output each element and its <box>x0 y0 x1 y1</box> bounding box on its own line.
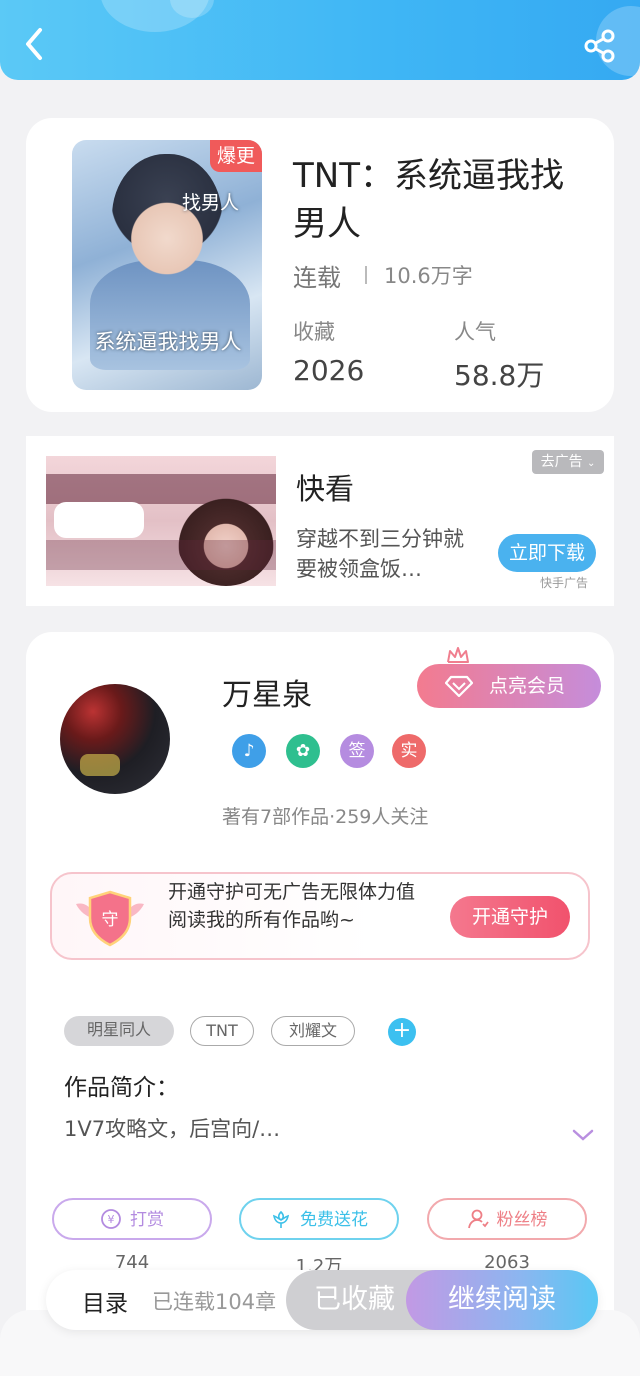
book-title: TNT：系统逼我找男人 <box>293 156 564 244</box>
cover-top-text: 找男人 <box>182 192 240 214</box>
book-info-card: 找男人 系统逼我找男人 爆更 TNT：系统逼我找男人 连载 10.6万字 收藏 … <box>26 118 614 412</box>
chevron-left-icon <box>26 28 42 60</box>
guard-banner: 守 开通守护可无广告无限体力值阅读我的所有作品哟~ 开通守护 <box>50 872 590 960</box>
author-name[interactable]: 万星泉 <box>222 670 312 714</box>
avatar[interactable] <box>60 684 170 794</box>
download-button[interactable]: 立即下载 <box>498 534 596 572</box>
share-icon <box>584 29 615 63</box>
fans-ranking-label: 粉丝榜 <box>496 1210 548 1230</box>
popularity-label: 人气 <box>454 320 496 344</box>
svg-text:¥: ¥ <box>108 1213 115 1226</box>
tag-item[interactable]: 明星同人 <box>64 1016 174 1046</box>
ad-image-strip <box>46 540 276 570</box>
back-button[interactable] <box>18 24 52 64</box>
send-flower-button[interactable]: 免费送花 <box>239 1198 399 1240</box>
flower-icon <box>272 1210 290 1228</box>
guard-text: 开通守护可无广告无限体力值阅读我的所有作品哟~ <box>168 881 416 931</box>
chapter-count[interactable]: 已连载104章 <box>152 1286 276 1316</box>
ad-image <box>46 456 276 586</box>
collect-value: 2026 <box>293 354 365 387</box>
shield-icon: 守 <box>76 890 144 947</box>
table-of-contents-button[interactable]: 目录 <box>82 1284 128 1318</box>
continue-reading-button[interactable]: 继续阅读 <box>406 1270 598 1330</box>
handshake-icon[interactable]: ✿ <box>286 734 320 768</box>
cover-title: 系统逼我找男人 <box>94 330 242 354</box>
author-card: 万星泉 点亮会员 ♪ ✿ 签 实 著有7部作品·259人关注 守 开通守护可无广… <box>26 632 614 1376</box>
divider <box>365 266 367 284</box>
ad-image-figure <box>176 486 276 586</box>
book-cover[interactable]: 找男人 系统逼我找男人 爆更 <box>72 140 262 390</box>
reward-label: 打赏 <box>130 1210 164 1230</box>
book-word-count: 10.6万字 <box>384 264 473 288</box>
chevron-down-icon: ⌄ <box>587 458 596 469</box>
reward-button[interactable]: ¥ 打赏 <box>52 1198 212 1240</box>
book-status: 连载 <box>293 264 341 292</box>
author-stats: 著有7部作品·259人关注 <box>222 806 429 828</box>
intro-title: 作品简介： <box>64 1075 179 1101</box>
vip-button[interactable]: 点亮会员 <box>417 664 601 708</box>
vip-button-label: 点亮会员 <box>489 675 566 697</box>
signed-badge[interactable]: 签 <box>340 734 374 768</box>
tag-item[interactable]: 刘耀文 <box>271 1016 355 1046</box>
tag-item[interactable]: TNT <box>190 1016 254 1046</box>
intro-text: 1V7攻略文，后宫向/… <box>64 1117 281 1141</box>
crown-icon <box>447 647 469 663</box>
fans-ranking-button[interactable]: 粉丝榜 <box>427 1198 587 1240</box>
popularity-value: 58.8万 <box>454 359 545 392</box>
remove-ad-button[interactable]: 去广告 ⌄ <box>532 450 604 474</box>
ad-image-bubble <box>54 502 144 538</box>
avatar-detail <box>80 754 120 776</box>
collect-label: 收藏 <box>293 320 335 344</box>
ad-source-label: 快手广告 <box>540 576 589 590</box>
remove-ad-label: 去广告 <box>540 454 583 470</box>
add-tag-button[interactable]: + <box>388 1018 416 1046</box>
share-button[interactable] <box>582 28 618 64</box>
verified-badge[interactable]: 实 <box>392 734 426 768</box>
shield-char: 守 <box>102 910 119 930</box>
open-guard-button[interactable]: 开通守护 <box>450 896 570 938</box>
bottom-action-bar: 目录 已连载104章 已收藏 继续阅读 <box>46 1270 598 1330</box>
top-bar <box>0 0 640 80</box>
send-flower-label: 免费送花 <box>300 1210 368 1230</box>
fans-icon <box>467 1209 489 1228</box>
cover-figure-face <box>112 154 222 284</box>
ad-description: 穿越不到三分钟就要被领盒饭… <box>296 527 464 581</box>
ad-app-name: 快看 <box>296 472 355 506</box>
chevron-down-icon[interactable] <box>572 1128 594 1142</box>
ad-card[interactable]: 快看 穿越不到三分钟就要被领盒饭… 去广告 ⌄ 立即下载 快手广告 <box>26 436 614 606</box>
diamond-icon <box>445 675 473 697</box>
coin-icon: ¥ <box>101 1208 121 1229</box>
music-note-icon[interactable]: ♪ <box>232 734 266 768</box>
hot-update-badge: 爆更 <box>210 140 262 172</box>
